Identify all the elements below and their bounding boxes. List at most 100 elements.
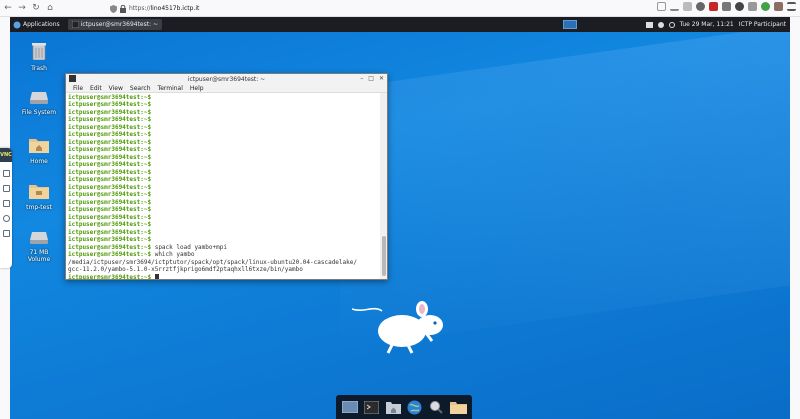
- extension-icon-2[interactable]: [709, 2, 718, 11]
- shell-prompt: ictpuser@smr3694test:~$: [68, 146, 152, 154]
- dock-folder[interactable]: [449, 399, 468, 416]
- terminal-output[interactable]: ictpuser@smr3694test:~$ ictpuser@smr3694t…: [66, 93, 380, 279]
- terminal-line: ictpuser@smr3694test:~$: [68, 161, 378, 168]
- desktop-icon-home[interactable]: Home: [19, 137, 59, 165]
- terminal-line: ictpuser@smr3694test:~$: [68, 154, 378, 161]
- forward-button[interactable]: →: [16, 2, 28, 14]
- menu-help[interactable]: Help: [190, 85, 204, 92]
- shell-prompt: ictpuser@smr3694test:~$: [68, 206, 152, 214]
- home-button[interactable]: ⌂: [44, 2, 56, 14]
- maximize-icon[interactable]: □: [368, 75, 374, 82]
- menu-view[interactable]: View: [109, 85, 123, 92]
- library-icon[interactable]: [683, 2, 692, 11]
- extension-icon-6[interactable]: [761, 2, 770, 11]
- terminal-window[interactable]: ictpuser@smr3694test: ~ – □ ✕ File Edit …: [65, 73, 388, 280]
- terminal-line: ictpuser@smr3694test:~$: [68, 206, 378, 213]
- dock-app-finder[interactable]: [427, 399, 446, 416]
- terminal-line: ictpuser@smr3694test:~$ spack load yambo…: [68, 244, 378, 251]
- terminal-titlebar[interactable]: ictpuser@smr3694test: ~ – □ ✕: [66, 74, 387, 84]
- desktop-icon-volume[interactable]: 71 MB Volume: [19, 230, 59, 263]
- dock-terminal[interactable]: [362, 399, 381, 416]
- terminal-line: ictpuser@smr3694test:~$: [68, 116, 378, 123]
- extension-icon-1[interactable]: [696, 2, 705, 11]
- menu-terminal[interactable]: Terminal: [158, 85, 183, 92]
- desktop-icon-label: 71 MB Volume: [27, 249, 51, 263]
- desktop-icon-file-system[interactable]: File System: [19, 90, 59, 116]
- terminal-line: ictpuser@smr3694test:~$: [68, 184, 378, 191]
- shell-prompt: ictpuser@smr3694test:~$: [68, 251, 152, 259]
- taskbar-terminal-label: ictpuser@smr3694test: ~: [80, 21, 159, 28]
- dock-show-desktop[interactable]: [340, 399, 359, 416]
- extension-icon-3[interactable]: [722, 2, 731, 11]
- menu-icon[interactable]: [787, 2, 796, 11]
- home-folder-icon: [29, 139, 49, 153]
- magnifier-icon: [430, 401, 444, 414]
- terminal-text: /media/ictpuser/smr3694/ictptutor/spack/…: [68, 258, 357, 266]
- terminal-text: which yambo: [151, 251, 195, 259]
- taskbar-terminal[interactable]: ictpuser@smr3694test: ~: [67, 19, 163, 30]
- terminal-text: gcc-11.2.0/yambo-5.1.0-x5rrztfjkprigo6md…: [68, 266, 303, 274]
- desktop-icon-tmp-test[interactable]: tmp-test: [19, 183, 59, 211]
- dock-web-browser[interactable]: [405, 399, 424, 416]
- reload-button[interactable]: ↻: [30, 2, 42, 14]
- close-icon[interactable]: ✕: [379, 75, 384, 82]
- shell-prompt: ictpuser@smr3694test:~$: [68, 168, 152, 176]
- terminal-line: ictpuser@smr3694test:~$: [68, 199, 378, 206]
- network-icon[interactable]: [645, 21, 653, 28]
- applications-label: Applications: [23, 21, 60, 28]
- shell-prompt: ictpuser@smr3694test:~$: [68, 108, 152, 116]
- desktop-icon: [341, 401, 358, 413]
- settings-icon[interactable]: [2, 215, 10, 222]
- display-icon[interactable]: [2, 170, 10, 177]
- globe-icon: [407, 400, 422, 414]
- terminal-line: ictpuser@smr3694test:~$ which yambo: [68, 251, 378, 258]
- terminal-line: ictpuser@smr3694test:~$: [68, 191, 378, 198]
- lock-icon: [120, 4, 126, 13]
- terminal-menubar: File Edit View Search Terminal Help: [66, 84, 387, 93]
- desktop-icon-trash[interactable]: Trash: [19, 42, 59, 72]
- power-icon[interactable]: [668, 21, 675, 28]
- fullscreen-icon[interactable]: [2, 200, 10, 207]
- download-icon[interactable]: [670, 2, 679, 11]
- folder-icon: [29, 185, 49, 199]
- home-folder-icon: [385, 401, 401, 414]
- clock[interactable]: Tue 29 Mar, 11:21: [680, 21, 734, 28]
- shell-prompt: ictpuser@smr3694test:~$: [68, 213, 152, 221]
- extension-icon-5[interactable]: [748, 2, 757, 11]
- terminal-scrollbar[interactable]: [380, 93, 387, 279]
- dock-file-manager[interactable]: [384, 399, 403, 416]
- menu-file[interactable]: File: [73, 85, 83, 92]
- xfce-mouse-logo: [352, 301, 443, 354]
- pocket-icon[interactable]: [657, 2, 666, 11]
- audio-icon[interactable]: [657, 21, 664, 28]
- trash-icon: [32, 43, 46, 61]
- workspace-switcher[interactable]: [563, 20, 577, 29]
- url-host: lino4517b.ictp.it: [150, 5, 200, 12]
- shell-prompt: ictpuser@smr3694test:~$: [68, 198, 152, 206]
- terminal-icon: [71, 21, 79, 28]
- shell-prompt: ictpuser@smr3694test:~$: [68, 243, 152, 251]
- url-prefix: https://: [129, 5, 151, 12]
- shell-prompt: ictpuser@smr3694test:~$: [68, 273, 152, 279]
- window-controls: – □ ✕: [360, 75, 384, 82]
- back-button[interactable]: ←: [2, 2, 14, 14]
- extension-icon-4[interactable]: [735, 2, 744, 11]
- disconnect-icon[interactable]: [2, 230, 10, 237]
- xfce-logo-icon: [13, 21, 21, 28]
- menu-search[interactable]: Search: [130, 85, 151, 92]
- scroll-thumb[interactable]: [382, 236, 386, 276]
- minimize-icon[interactable]: –: [360, 75, 363, 82]
- terminal-line: ictpuser@smr3694test:~$: [68, 109, 378, 116]
- url-bar[interactable]: https://lino4517b.ictp.it: [110, 2, 310, 15]
- terminal-line: ictpuser@smr3694test:~$: [68, 176, 378, 183]
- terminal-title: ictpuser@smr3694test: ~: [187, 75, 266, 83]
- menu-edit[interactable]: Edit: [90, 85, 102, 92]
- terminal-line: ictpuser@smr3694test:~$: [68, 139, 378, 146]
- terminal-line: ictpuser@smr3694test:~$: [68, 131, 378, 138]
- remote-desktop[interactable]: Applications ictpuser@smr3694test: ~ Tue…: [10, 17, 790, 419]
- extension-icon-7[interactable]: [774, 2, 783, 11]
- clipboard-icon[interactable]: [2, 185, 10, 192]
- shell-prompt: ictpuser@smr3694test:~$: [68, 161, 152, 169]
- user-menu[interactable]: ICTP Participant: [739, 21, 786, 28]
- applications-menu[interactable]: Applications: [10, 21, 60, 29]
